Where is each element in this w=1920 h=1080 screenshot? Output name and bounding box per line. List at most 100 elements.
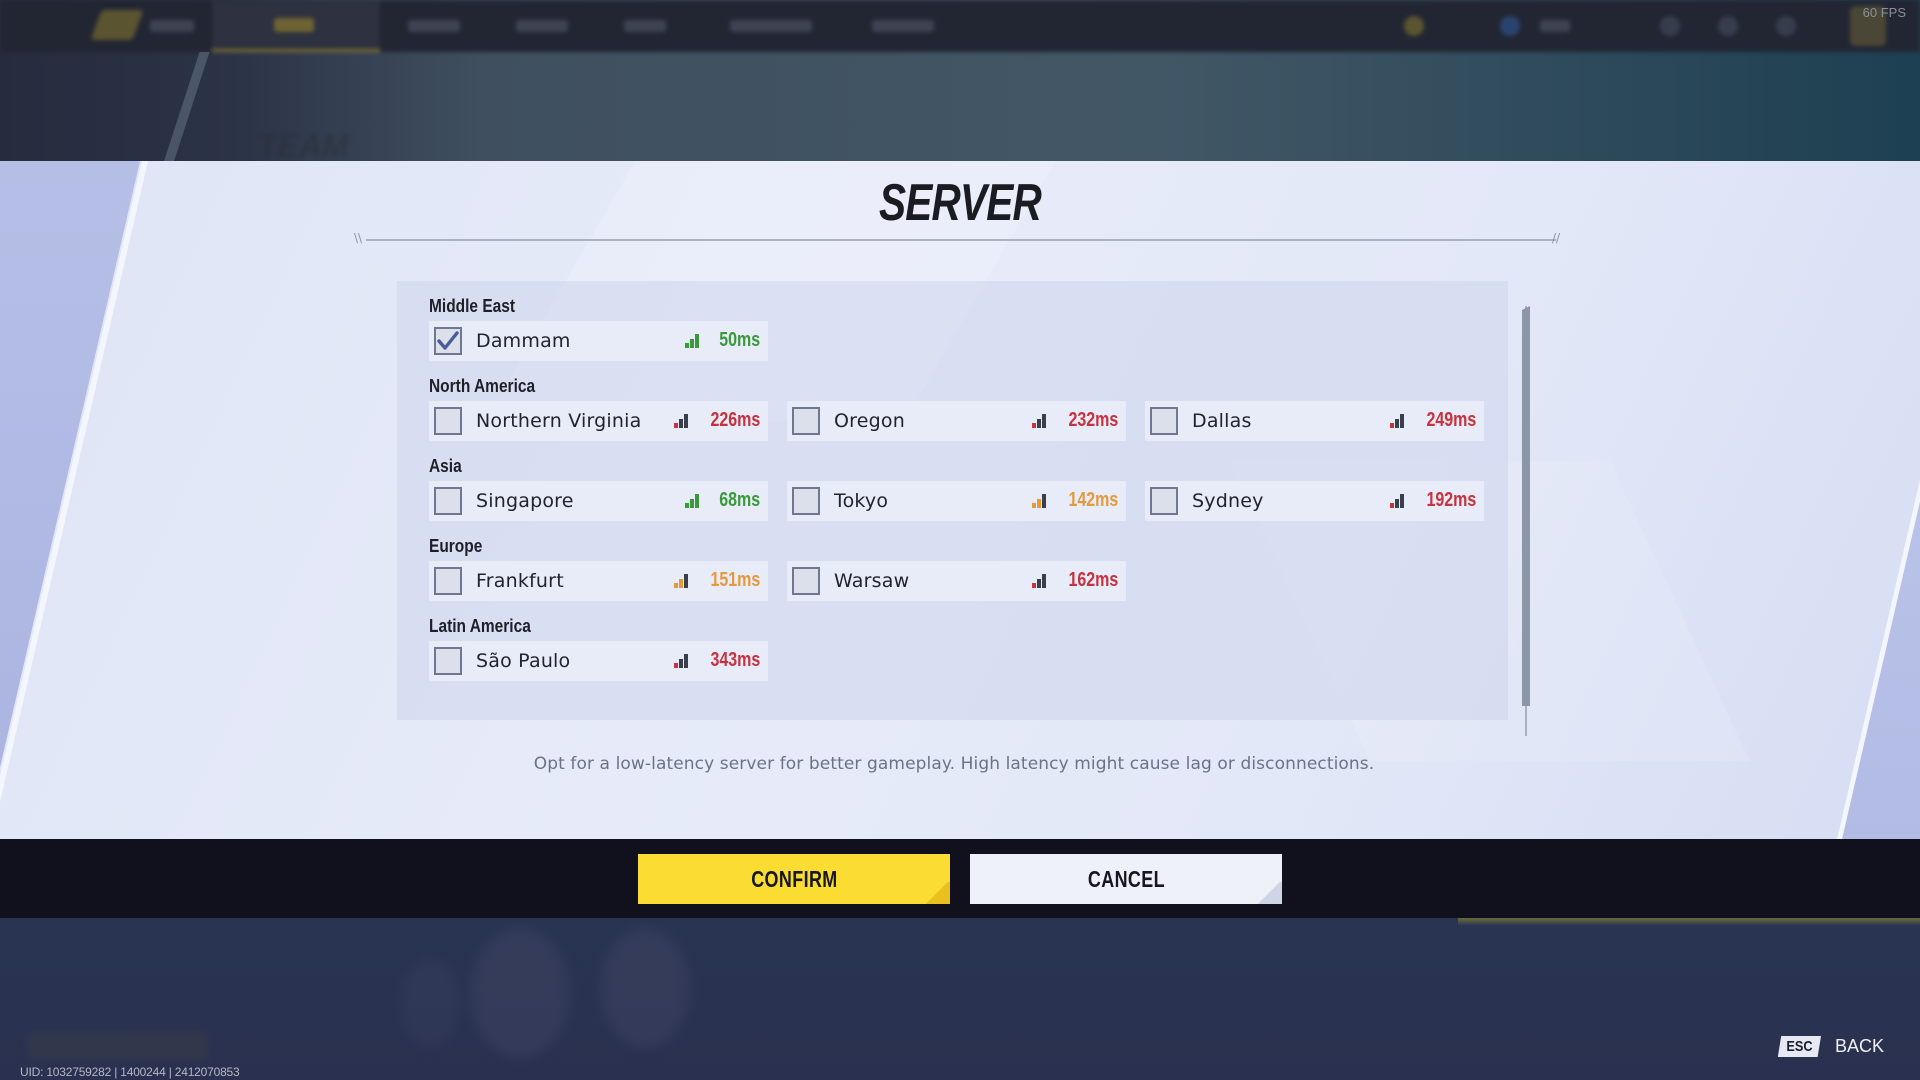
currency-icon <box>1404 16 1424 36</box>
signal-strength-icon <box>1031 413 1046 428</box>
region-label: North America <box>429 376 536 396</box>
ping-indicator: 192ms <box>1389 489 1476 512</box>
confirm-button[interactable]: CONFIRM <box>638 854 950 904</box>
server-name: Singapore <box>476 490 574 512</box>
server-name: Sydney <box>1192 490 1264 512</box>
background-team-label: TEAM <box>258 128 349 161</box>
nav-item-blurred <box>624 20 666 32</box>
decor-yellow-line <box>1458 918 1920 926</box>
ping-value: 192ms <box>1426 489 1476 511</box>
ping-value: 226ms <box>710 409 760 431</box>
checkbox-checked[interactable] <box>434 327 462 355</box>
ping-value: 68ms <box>719 489 760 511</box>
rule-cap-right: // <box>1552 231 1561 245</box>
signal-bar <box>1394 498 1399 508</box>
top-nav-blurred <box>0 0 1920 52</box>
server-option[interactable]: Northern Virginia 226ms <box>429 401 768 441</box>
region-section: Europe Frankfurt 151ms Warsaw 162ms <box>429 521 1508 601</box>
server-option[interactable]: Singapore 68ms <box>429 481 768 521</box>
region-section: North America Northern Virginia 226ms Orego… <box>429 361 1508 441</box>
ping-indicator: 50ms <box>684 329 760 352</box>
player-tag-blurred <box>28 1032 208 1060</box>
region-section: Middle East Dammam 50ms <box>429 281 1508 361</box>
server-name: Tokyo <box>834 490 889 512</box>
background-character-blurred <box>600 928 690 1048</box>
signal-bar <box>694 333 699 348</box>
signal-bar <box>678 658 683 668</box>
signal-bar <box>1394 418 1399 428</box>
checkbox[interactable] <box>434 567 462 595</box>
scroll-thumb[interactable] <box>1522 306 1530 706</box>
server-list-scrollbar[interactable] <box>1522 306 1530 736</box>
background-lobby-top: TEAM <box>0 0 1920 161</box>
region-section: Asia Singapore 68ms Tokyo 142ms Sydney 192ms <box>429 441 1508 521</box>
region-label: Middle East <box>429 296 516 316</box>
ping-value: 249ms <box>1426 409 1476 431</box>
nav-item-active-blurred <box>212 0 380 52</box>
signal-strength-icon <box>1031 493 1046 508</box>
fps-counter: 60 FPS <box>1862 5 1906 20</box>
nav-item-blurred <box>730 20 812 32</box>
server-dialog: SERVER \\ // Middle East Dammam 50ms North … <box>0 161 1920 839</box>
server-option[interactable]: São Paulo 343ms <box>429 641 768 681</box>
ping-indicator: 226ms <box>673 409 760 432</box>
signal-bar <box>684 342 689 348</box>
nav-item-blurred <box>150 20 194 32</box>
checkbox[interactable] <box>792 407 820 435</box>
back-button[interactable]: ESC BACK <box>1774 1036 1884 1057</box>
region-section: Latin America São Paulo 343ms <box>429 601 1508 681</box>
server-option[interactable]: Tokyo 142ms <box>787 481 1126 521</box>
signal-bar <box>1036 418 1041 428</box>
server-option[interactable]: Dammam 50ms <box>429 321 768 361</box>
ping-value: 343ms <box>710 649 760 671</box>
checkbox[interactable] <box>1150 487 1178 515</box>
ping-value: 232ms <box>1068 409 1118 431</box>
uid-text: UID: 1032759282 | 1400244 | 2412070853 <box>20 1065 240 1079</box>
signal-bar <box>684 502 689 508</box>
signal-strength-icon <box>673 653 688 668</box>
checkbox[interactable] <box>434 647 462 675</box>
server-option[interactable]: Dallas 249ms <box>1145 401 1484 441</box>
settings-icon <box>1776 16 1796 36</box>
rule-cap-left: \\ <box>354 231 363 245</box>
esc-key-badge: ESC <box>1778 1036 1821 1057</box>
server-name: São Paulo <box>476 650 571 672</box>
background-divider <box>160 52 210 161</box>
server-list[interactable]: Middle East Dammam 50ms North America Northe… <box>397 281 1508 720</box>
server-option[interactable]: Warsaw 162ms <box>787 561 1126 601</box>
mail-icon <box>1718 16 1738 36</box>
title-divider <box>366 239 1556 241</box>
checkbox[interactable] <box>1150 407 1178 435</box>
server-row: São Paulo 343ms <box>429 641 1508 681</box>
nav-item-blurred <box>408 20 460 32</box>
signal-bar <box>673 582 678 588</box>
signal-bar <box>683 653 688 668</box>
ping-indicator: 232ms <box>1031 409 1118 432</box>
server-option[interactable]: Sydney 192ms <box>1145 481 1484 521</box>
signal-bar <box>673 662 678 668</box>
ping-value: 151ms <box>710 569 760 591</box>
server-option[interactable]: Frankfurt 151ms <box>429 561 768 601</box>
server-option[interactable]: Oregon 232ms <box>787 401 1126 441</box>
ping-indicator: 343ms <box>673 649 760 672</box>
friends-icon <box>1660 16 1680 36</box>
ping-indicator: 162ms <box>1031 569 1118 592</box>
ping-value: 162ms <box>1068 569 1118 591</box>
signal-bar <box>678 578 683 588</box>
signal-bar <box>1399 493 1404 508</box>
checkbox[interactable] <box>792 567 820 595</box>
checkbox[interactable] <box>434 487 462 515</box>
signal-bar <box>683 573 688 588</box>
ping-indicator: 249ms <box>1389 409 1476 432</box>
signal-strength-icon <box>1389 413 1404 428</box>
dialog-title: SERVER <box>878 174 1042 232</box>
signal-strength-icon <box>673 573 688 588</box>
signal-bar <box>1041 573 1046 588</box>
checkbox[interactable] <box>434 407 462 435</box>
signal-bar <box>1041 413 1046 428</box>
decor-right-panel <box>1838 161 1920 839</box>
cancel-button-label: CANCEL <box>1087 865 1165 892</box>
signal-strength-icon <box>684 493 699 508</box>
checkbox[interactable] <box>792 487 820 515</box>
cancel-button[interactable]: CANCEL <box>970 854 1282 904</box>
